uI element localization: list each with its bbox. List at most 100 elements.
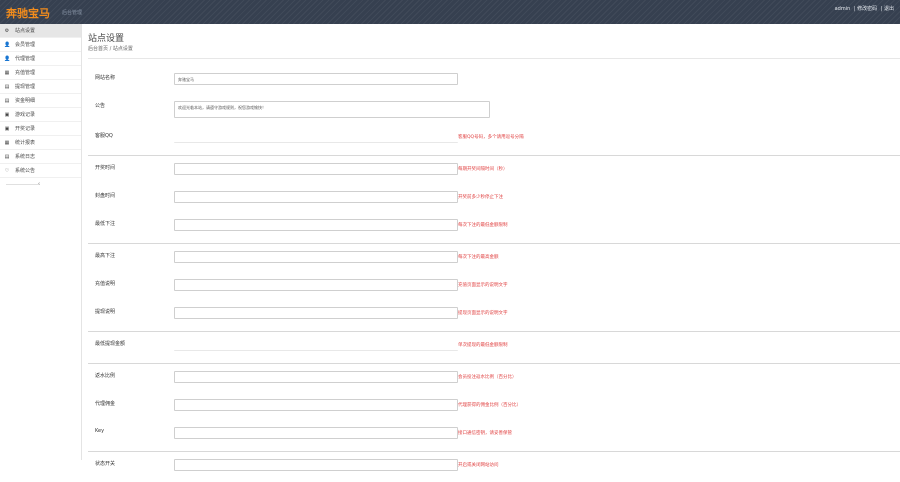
text-input[interactable] [174,459,458,471]
sidebar-item[interactable]: ▦ 统计报表 [0,136,81,150]
field-hint: 每次下注的最低金额限制 [458,223,508,228]
field-hint: 会员投注返水比例（百分比） [458,375,517,380]
form-row: 网站名称 奔驰宝马 [88,68,900,96]
field-label: 最高下注 [95,253,116,259]
section-divider [88,363,900,364]
field-hint: 开奖前多少秒停止下注 [458,195,503,200]
text-input[interactable]: 奔驰宝马 [174,73,458,85]
sidebar-item-label: 提现管理 [15,84,36,90]
user-icon: 👤 [4,55,11,62]
file-icon: ▣ [4,111,10,118]
form-row: 开奖时间 每期开奖间隔时间（秒） [88,158,900,186]
sidebar-item-label: 系统日志 [15,154,36,160]
form-row: Key 接口通信密钥，请妥善保管 [88,422,900,450]
sidebar: ⚙ 站点设置 👤 会员管理 👤 代理管理 ▦ 充值管理 ▤ 提现管理 ▤ 资金明细 ▣ 游戏记录 ▣ 开奖记录… [0,24,82,460]
sidebar-item[interactable]: ♡ 系统公告 [0,164,81,178]
text-input[interactable] [174,371,458,383]
form-row: 提现说明 提现页面显示的说明文字 [88,302,900,330]
chevron-left-icon[interactable]: ‹ [38,181,40,187]
sidebar-item[interactable]: ▣ 开奖记录 [0,122,81,136]
file-icon: ▣ [4,125,10,132]
form-row: 最高下注 每次下注的最高金额 [88,246,900,274]
field-hint: 每次下注的最高金额 [458,255,499,260]
field-label: 提现说明 [95,309,116,315]
field-label: Key [95,428,105,434]
sidebar-item[interactable]: ⚙ 站点设置 [0,24,81,38]
field-hint: 单次提现的最低金额限制 [458,343,508,348]
sidebar-item[interactable]: ▦ 充值管理 [0,66,81,80]
sidebar-item[interactable]: ▤ 资金明细 [0,94,81,108]
form-row: 最低下注 每次下注的最低金额限制 [88,214,900,242]
field-label: 代理佣金 [95,401,116,407]
field-label: 最低下注 [95,221,116,227]
section-divider [88,331,900,332]
field-label: 最低提现金额 [95,341,126,347]
sidebar-item-label: 会员管理 [15,42,36,48]
text-input[interactable] [174,399,458,411]
field-hint: 提现页面显示的说明文字 [458,311,508,316]
sidebar-item-label: 游戏记录 [15,112,36,118]
table-icon: ▦ [4,69,10,76]
field-hint: 客服QQ号码，多个请用逗号分隔 [458,135,524,140]
form-row: 充值说明 充值页面显示的说明文字 [88,274,900,302]
field-hint: 接口通信密钥，请妥善保管 [458,431,512,436]
text-input[interactable] [174,279,458,291]
field-label: 返水比例 [95,373,116,379]
sidebar-item-label: 开奖记录 [15,126,36,132]
top-navbar: 奔驰宝马 后台管理 admin | 修改密码 | 退出 [0,0,900,24]
user-menu: admin | 修改密码 | 退出 [833,5,894,12]
user-icon: 👤 [4,41,11,48]
heart-icon: ♡ [4,167,10,174]
section-divider [88,451,900,452]
header-divider [88,58,900,59]
brand-logo[interactable]: 奔驰宝马 [6,5,50,21]
field-label: 网站名称 [95,75,116,81]
section-divider [88,243,900,244]
form-row: 公告 欢迎光临本站，请遵守游戏规则，祝您游戏愉快！ [88,96,900,126]
sidebar-item[interactable]: 👤 代理管理 [0,52,81,66]
sidebar-collapse[interactable]: ‹ [0,178,81,190]
settings-icon: ⚙ [4,27,10,34]
breadcrumb: 后台首页 / 站点设置 [88,46,133,52]
field-label: 充值说明 [95,281,116,287]
table-icon: ▦ [4,139,10,146]
username-link[interactable]: admin [835,6,851,12]
sidebar-item[interactable]: ▤ 提现管理 [0,80,81,94]
form-row: 封盘时间 开奖前多少秒停止下注 [88,186,900,214]
list-icon: ▤ [4,153,10,160]
list-icon: ▤ [4,97,10,104]
settings-form: 网站名称 奔驰宝马 公告 欢迎光临本站，请遵守游戏规则，祝您游戏愉快！ 客服QQ 客服QQ… [88,68,900,482]
sidebar-item[interactable]: ▤ 系统日志 [0,150,81,164]
sidebar-item-label: 系统公告 [15,168,36,174]
field-hint: 开启或关闭网站访问 [458,463,499,468]
text-input[interactable] [174,339,458,351]
brand-subtitle: 后台管理 [62,10,83,16]
field-label: 公告 [95,103,106,109]
text-input[interactable] [174,131,458,143]
text-input[interactable] [174,163,458,175]
change-password-link[interactable]: | 修改密码 [854,6,877,12]
field-hint: 每期开奖间隔时间（秒） [458,167,508,172]
main-content: 站点设置 后台首页 / 站点设置 网站名称 奔驰宝马公告 欢迎光临本站，请遵守游戏规… [88,24,900,471]
sidebar-item[interactable]: ▣ 游戏记录 [0,108,81,122]
collapse-divider [6,184,40,185]
text-input[interactable] [174,191,458,203]
text-input[interactable] [174,219,458,231]
logout-link[interactable]: | 退出 [881,6,894,12]
section-divider [88,155,900,156]
sidebar-item[interactable]: 👤 会员管理 [0,38,81,52]
list-icon: ▤ [4,83,10,90]
field-hint: 代理获得的佣金比例（百分比） [458,403,521,408]
text-input[interactable] [174,427,458,439]
text-input[interactable]: 欢迎光临本站，请遵守游戏规则，祝您游戏愉快！ [174,101,490,118]
field-label: 状态开关 [95,461,116,467]
text-input[interactable] [174,307,458,319]
form-row: 状态开关 开启或关闭网站访问 [88,454,900,482]
text-input[interactable] [174,251,458,263]
form-row: 最低提现金额 单次提现的最低金额限制 [88,334,900,362]
form-row: 代理佣金 代理获得的佣金比例（百分比） [88,394,900,422]
form-row: 返水比例 会员投注返水比例（百分比） [88,366,900,394]
field-label: 开奖时间 [95,165,116,171]
sidebar-item-label: 统计报表 [15,140,36,146]
page-title: 站点设置 [88,34,125,44]
